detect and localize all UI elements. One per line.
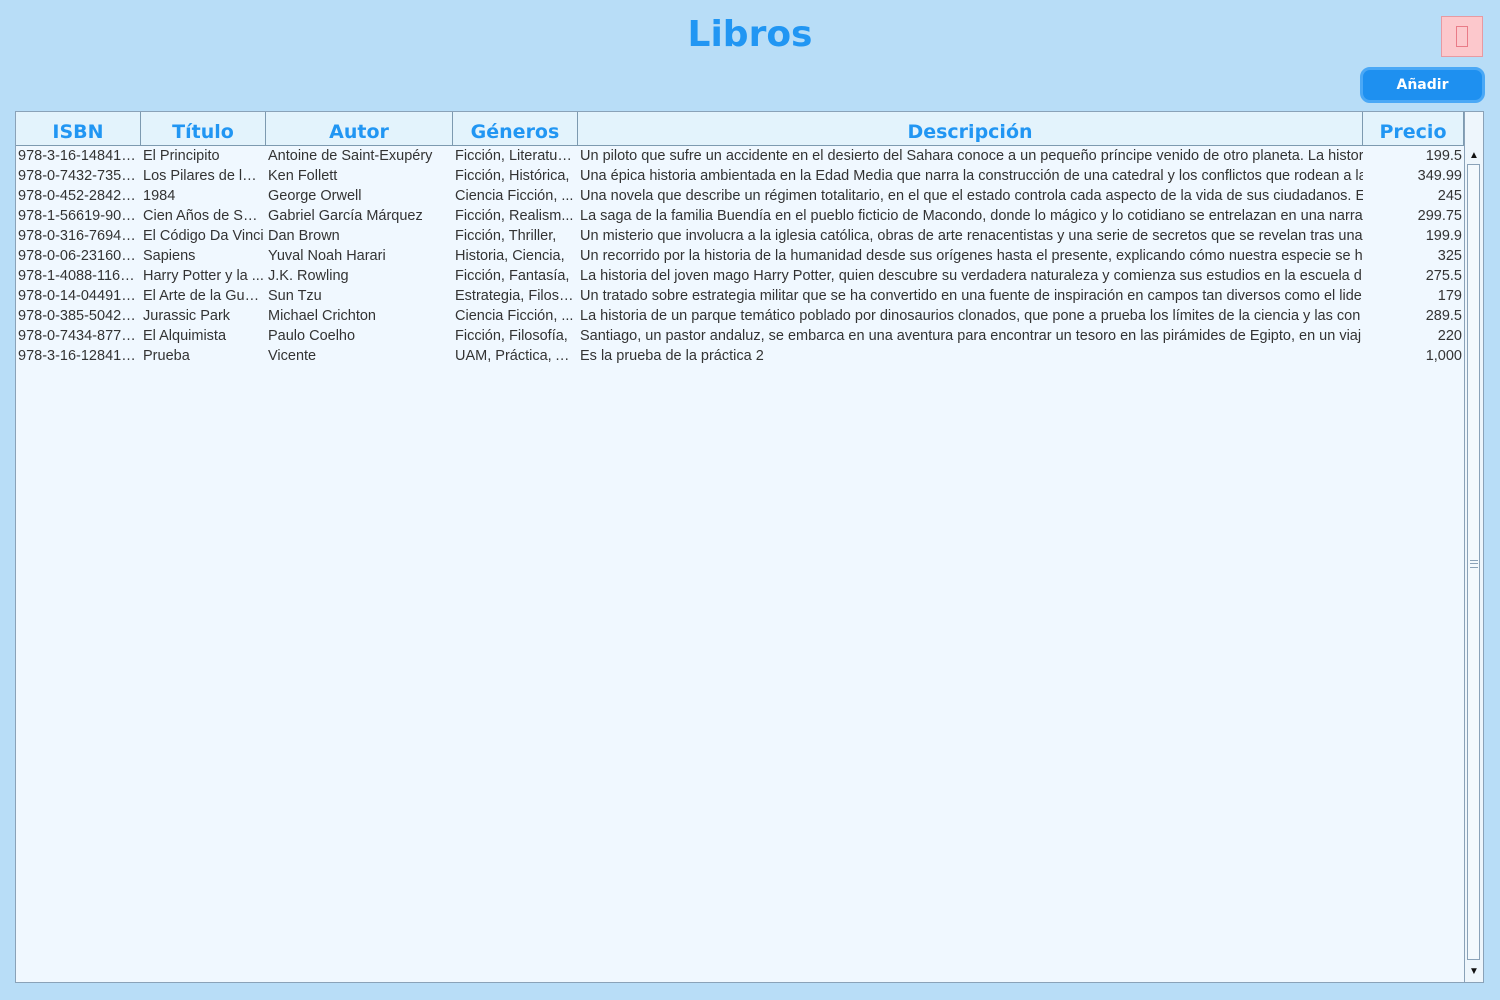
cell-precio: 325	[1437, 248, 1462, 264]
cell-autor: J.K. Rowling	[268, 268, 349, 284]
table-row[interactable]: 978-0-316-76948... El Código Da Vinci Dan …	[16, 226, 1464, 246]
cell-isbn: 978-0-385-50420...	[18, 308, 141, 324]
cell-autor: Antoine de Saint-Exupéry	[268, 148, 433, 164]
arrow-down-icon[interactable]: ▼	[1465, 962, 1483, 980]
cell-titulo: 1984	[143, 188, 176, 204]
cell-isbn: 978-0-452-28423...	[18, 188, 141, 204]
table-row[interactable]: 978-0-7432-7356... Los Pilares de la ... K…	[16, 166, 1464, 186]
table-body: 978-3-16-148410... El Principito Antoine d…	[16, 146, 1464, 366]
cell-descripcion: Un tratado sobre estrategia militar que …	[580, 288, 1362, 304]
cell-titulo: Prueba	[143, 348, 190, 364]
cell-descripcion: Un recorrido por la historia de la human…	[580, 248, 1363, 264]
cell-autor: Dan Brown	[268, 228, 340, 244]
cell-generos: Ficción, Histórica,	[455, 168, 570, 184]
cell-autor: Gabriel García Márquez	[268, 208, 423, 224]
cell-descripcion: La saga de la familia Buendía en el pueb…	[580, 208, 1363, 224]
cell-autor: Vicente	[268, 348, 317, 364]
cell-isbn: 978-0-14-044913...	[18, 288, 141, 304]
table-row[interactable]: 978-3-16-148410... El Principito Antoine d…	[16, 146, 1464, 166]
cell-titulo: Sapiens	[143, 248, 196, 264]
cell-descripcion: Un piloto que sufre un accidente en el d…	[580, 148, 1363, 164]
cell-generos: Estrategia, Filoso...	[455, 288, 578, 304]
table-row[interactable]: 978-0-452-28423... 1984 George Orwell Cienc…	[16, 186, 1464, 206]
close-button[interactable]	[1441, 16, 1483, 57]
column-header-isbn[interactable]: ISBN	[16, 112, 141, 145]
cell-autor: Yuval Noah Harari	[268, 248, 386, 264]
cell-generos: Ficción, Realism...	[455, 208, 574, 224]
cell-descripcion: La historia de un parque temático poblad…	[580, 308, 1361, 324]
column-header-precio[interactable]: Precio	[1363, 112, 1464, 145]
cell-titulo: Harry Potter y la ...	[143, 268, 264, 284]
column-header-autor[interactable]: Autor	[266, 112, 453, 145]
cell-precio: 220	[1437, 328, 1462, 344]
cell-generos: Ficción, Literatura...	[455, 148, 578, 164]
cell-isbn: 978-0-7434-8773...	[18, 328, 141, 344]
scroll-thumb[interactable]	[1467, 164, 1480, 960]
cell-precio: 199.5	[1425, 148, 1462, 164]
cell-descripcion: La historia del joven mago Harry Potter,…	[580, 268, 1362, 284]
cell-autor: Sun Tzu	[268, 288, 322, 304]
close-icon	[1456, 26, 1468, 47]
table-row[interactable]: 978-0-7434-8773... El Alquimista Paulo Coe…	[16, 326, 1464, 346]
cell-isbn: 978-3-16-148410...	[18, 148, 141, 164]
cell-isbn: 978-0-316-76948...	[18, 228, 141, 244]
cell-generos: Ciencia Ficción, ...	[455, 188, 574, 204]
cell-descripcion: Una novela que describe un régimen total…	[580, 188, 1363, 204]
cell-titulo: El Código Da Vinci	[143, 228, 264, 244]
page-title: Libros	[687, 14, 813, 55]
vertical-scrollbar[interactable]: ▲ ▼	[1464, 112, 1483, 982]
cell-generos: Ficción, Thriller,	[455, 228, 557, 244]
cell-titulo: El Principito	[143, 148, 220, 164]
column-header-descripcion[interactable]: Descripción	[578, 112, 1363, 145]
cell-generos: Ficción, Fantasía,	[455, 268, 570, 284]
cell-isbn: 978-0-7432-7356...	[18, 168, 141, 184]
cell-titulo: Cien Años de Sol...	[143, 208, 266, 224]
cell-titulo: Jurassic Park	[143, 308, 231, 324]
cell-isbn: 978-3-16-128410...	[18, 348, 141, 364]
cell-descripcion: Una épica historia ambientada en la Edad…	[580, 168, 1363, 184]
cell-descripcion: Santiago, un pastor andaluz, se embarca …	[580, 328, 1362, 344]
cell-titulo: El Alquimista	[143, 328, 227, 344]
cell-generos: Ciencia Ficción, ...	[455, 308, 574, 324]
table-row[interactable]: 978-0-06-231609... Sapiens Yuval Noah Hara…	[16, 246, 1464, 266]
cell-autor: Paulo Coelho	[268, 328, 356, 344]
cell-descripcion: Un misterio que involucra a la iglesia c…	[580, 228, 1363, 244]
books-table: ISBN Título Autor Géneros Descripción Pr…	[15, 111, 1484, 983]
cell-precio: 179	[1437, 288, 1462, 304]
column-header-titulo[interactable]: Título	[141, 112, 266, 145]
arrow-up-icon[interactable]: ▲	[1465, 146, 1483, 164]
books-window: Libros Añadir ISBN Título Autor Géneros …	[0, 0, 1500, 1000]
cell-generos: Ficción, Filosofía,	[455, 328, 568, 344]
cell-autor: Ken Follett	[268, 168, 338, 184]
cell-autor: George Orwell	[268, 188, 362, 204]
cell-autor: Michael Crichton	[268, 308, 376, 324]
cell-precio: 289.5	[1425, 308, 1462, 324]
cell-precio: 299.75	[1417, 208, 1462, 224]
cell-isbn: 978-1-56619-909...	[18, 208, 141, 224]
grip-icon	[1470, 560, 1478, 568]
cell-titulo: El Arte de la Guer...	[143, 288, 266, 304]
column-header-generos[interactable]: Géneros	[453, 112, 578, 145]
table-row[interactable]: 978-1-56619-909... Cien Años de Sol... Gab…	[16, 206, 1464, 226]
cell-precio: 245	[1437, 188, 1462, 204]
table-row[interactable]: 978-0-385-50420... Jurassic Park Michael C…	[16, 306, 1464, 326]
cell-titulo: Los Pilares de la ...	[143, 168, 266, 184]
cell-isbn: 978-0-06-231609...	[18, 248, 141, 264]
cell-descripcion: Es la prueba de la práctica 2	[580, 348, 764, 364]
table-row[interactable]: 978-3-16-128410... Prueba Vicente UAM, Prác…	[16, 346, 1464, 366]
add-button[interactable]: Añadir	[1360, 67, 1485, 103]
cell-generos: UAM, Práctica, Al...	[455, 348, 578, 364]
table-row[interactable]: 978-1-4088-1162... Harry Potter y la ... J…	[16, 266, 1464, 286]
table-header: ISBN Título Autor Géneros Descripción Pr…	[16, 112, 1464, 146]
cell-precio: 199.9	[1425, 228, 1462, 244]
cell-precio: 349.99	[1417, 168, 1462, 184]
table-row[interactable]: 978-0-14-044913... El Arte de la Guer... S…	[16, 286, 1464, 306]
cell-precio: 275.5	[1425, 268, 1462, 284]
cell-generos: Historia, Ciencia,	[455, 248, 565, 264]
cell-precio: 1,000	[1425, 348, 1462, 364]
cell-isbn: 978-1-4088-1162...	[18, 268, 141, 284]
